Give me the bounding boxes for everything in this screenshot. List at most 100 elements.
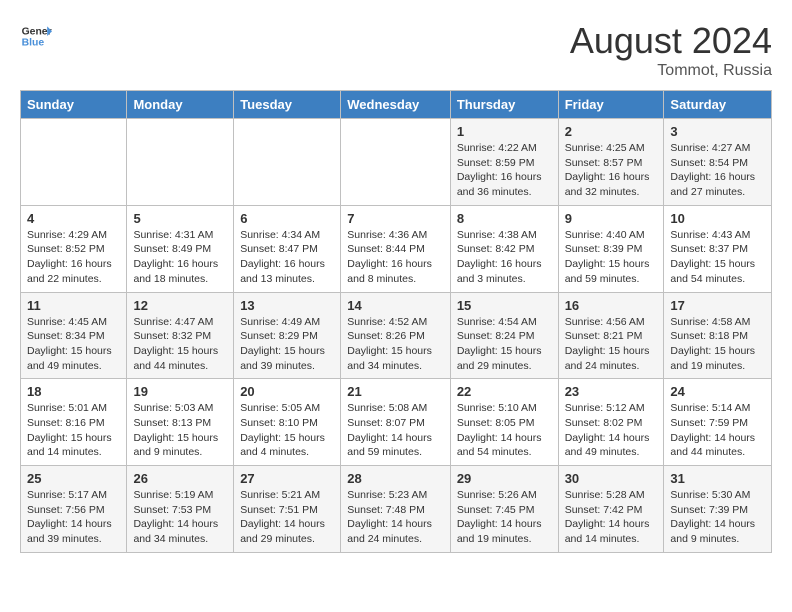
day-number: 5 [133, 211, 227, 226]
calendar-cell [21, 119, 127, 206]
cell-content: Sunrise: 5:26 AM Sunset: 7:45 PM Dayligh… [457, 488, 552, 547]
calendar-cell: 3 Sunrise: 4:27 AM Sunset: 8:54 PM Daylig… [664, 119, 772, 206]
day-number: 21 [347, 384, 444, 399]
calendar-cell: 23 Sunrise: 5:12 AM Sunset: 8:02 PM Dayli… [558, 379, 664, 466]
weekday-header-cell: Friday [558, 91, 664, 119]
calendar-cell: 12Sunrise: 4:47 AM Sunset: 8:32 PM Dayli… [127, 292, 234, 379]
calendar-cell: 19 Sunrise: 5:03 AM Sunset: 8:13 PM Dayli… [127, 379, 234, 466]
cell-content: Sunrise: 5:17 AM Sunset: 7:56 PM Dayligh… [27, 488, 120, 547]
cell-content: Sunrise: 5:03 AM Sunset: 8:13 PM Dayligh… [133, 401, 227, 460]
cell-content: Sunrise: 4:40 AM Sunset: 8:39 PM Dayligh… [565, 228, 658, 287]
cell-content: Sunrise: 4:27 AM Sunset: 8:54 PM Dayligh… [670, 141, 765, 200]
calendar-cell: 9 Sunrise: 4:40 AM Sunset: 8:39 PM Daylig… [558, 205, 664, 292]
cell-content: Sunrise: 4:52 AM Sunset: 8:26 PM Dayligh… [347, 315, 444, 374]
weekday-header-cell: Sunday [21, 91, 127, 119]
day-number: 30 [565, 471, 658, 486]
day-number: 23 [565, 384, 658, 399]
day-number: 9 [565, 211, 658, 226]
cell-content: Sunrise: 4:22 AM Sunset: 8:59 PM Dayligh… [457, 141, 552, 200]
calendar-cell [341, 119, 451, 206]
day-number: 13 [240, 298, 334, 313]
day-number: 22 [457, 384, 552, 399]
cell-content: Sunrise: 4:29 AM Sunset: 8:52 PM Dayligh… [27, 228, 120, 287]
cell-content: Sunrise: 4:56 AM Sunset: 8:21 PM Dayligh… [565, 315, 658, 374]
calendar-week-row: 11 Sunrise: 4:45 AM Sunset: 8:34 PM Dayli… [21, 292, 772, 379]
calendar-cell: 7Sunrise: 4:36 AM Sunset: 8:44 PM Daylig… [341, 205, 451, 292]
day-number: 2 [565, 124, 658, 139]
cell-content: Sunrise: 5:14 AM Sunset: 7:59 PM Dayligh… [670, 401, 765, 460]
calendar-cell: 4Sunrise: 4:29 AM Sunset: 8:52 PM Daylig… [21, 205, 127, 292]
location-title: Tommot, Russia [570, 62, 772, 80]
cell-content: Sunrise: 5:12 AM Sunset: 8:02 PM Dayligh… [565, 401, 658, 460]
calendar-cell: 15Sunrise: 4:54 AM Sunset: 8:24 PM Dayli… [450, 292, 558, 379]
day-number: 25 [27, 471, 120, 486]
weekday-header-cell: Saturday [664, 91, 772, 119]
calendar-week-row: 18Sunrise: 5:01 AM Sunset: 8:16 PM Dayli… [21, 379, 772, 466]
day-number: 3 [670, 124, 765, 139]
day-number: 1 [457, 124, 552, 139]
weekday-header-cell: Wednesday [341, 91, 451, 119]
day-number: 12 [133, 298, 227, 313]
day-number: 10 [670, 211, 765, 226]
calendar-cell: 27Sunrise: 5:21 AM Sunset: 7:51 PM Dayli… [234, 466, 341, 553]
cell-content: Sunrise: 4:38 AM Sunset: 8:42 PM Dayligh… [457, 228, 552, 287]
calendar-week-row: 4Sunrise: 4:29 AM Sunset: 8:52 PM Daylig… [21, 205, 772, 292]
day-number: 27 [240, 471, 334, 486]
calendar-week-row: 25 Sunrise: 5:17 AM Sunset: 7:56 PM Dayli… [21, 466, 772, 553]
title-area: August 2024 Tommot, Russia [570, 20, 772, 80]
calendar-cell: 14Sunrise: 4:52 AM Sunset: 8:26 PM Dayli… [341, 292, 451, 379]
cell-content: Sunrise: 4:31 AM Sunset: 8:49 PM Dayligh… [133, 228, 227, 287]
month-title: August 2024 [570, 20, 772, 62]
calendar-cell: 1 Sunrise: 4:22 AM Sunset: 8:59 PM Daylig… [450, 119, 558, 206]
day-number: 24 [670, 384, 765, 399]
weekday-header-cell: Monday [127, 91, 234, 119]
cell-content: Sunrise: 4:49 AM Sunset: 8:29 PM Dayligh… [240, 315, 334, 374]
cell-content: Sunrise: 5:28 AM Sunset: 7:42 PM Dayligh… [565, 488, 658, 547]
day-number: 6 [240, 211, 334, 226]
calendar-cell: 25 Sunrise: 5:17 AM Sunset: 7:56 PM Dayli… [21, 466, 127, 553]
day-number: 11 [27, 298, 120, 313]
weekday-header-cell: Tuesday [234, 91, 341, 119]
calendar-cell: 11 Sunrise: 4:45 AM Sunset: 8:34 PM Dayli… [21, 292, 127, 379]
calendar-cell: 2 Sunrise: 4:25 AM Sunset: 8:57 PM Daylig… [558, 119, 664, 206]
weekday-header-cell: Thursday [450, 91, 558, 119]
calendar-body: 1 Sunrise: 4:22 AM Sunset: 8:59 PM Daylig… [21, 119, 772, 553]
cell-content: Sunrise: 5:08 AM Sunset: 8:07 PM Dayligh… [347, 401, 444, 460]
day-number: 31 [670, 471, 765, 486]
cell-content: Sunrise: 4:58 AM Sunset: 8:18 PM Dayligh… [670, 315, 765, 374]
calendar-cell: 16 Sunrise: 4:56 AM Sunset: 8:21 PM Dayli… [558, 292, 664, 379]
cell-content: Sunrise: 4:34 AM Sunset: 8:47 PM Dayligh… [240, 228, 334, 287]
day-number: 28 [347, 471, 444, 486]
cell-content: Sunrise: 5:23 AM Sunset: 7:48 PM Dayligh… [347, 488, 444, 547]
calendar-cell: 5 Sunrise: 4:31 AM Sunset: 8:49 PM Daylig… [127, 205, 234, 292]
cell-content: Sunrise: 4:25 AM Sunset: 8:57 PM Dayligh… [565, 141, 658, 200]
calendar-table: SundayMondayTuesdayWednesdayThursdayFrid… [20, 90, 772, 553]
day-number: 17 [670, 298, 765, 313]
day-number: 29 [457, 471, 552, 486]
day-number: 20 [240, 384, 334, 399]
logo-icon: General Blue [20, 20, 52, 52]
calendar-cell: 22 Sunrise: 5:10 AM Sunset: 8:05 PM Dayli… [450, 379, 558, 466]
calendar-cell: 18Sunrise: 5:01 AM Sunset: 8:16 PM Dayli… [21, 379, 127, 466]
calendar-cell: 24 Sunrise: 5:14 AM Sunset: 7:59 PM Dayli… [664, 379, 772, 466]
calendar-cell: 29 Sunrise: 5:26 AM Sunset: 7:45 PM Dayli… [450, 466, 558, 553]
calendar-cell: 10 Sunrise: 4:43 AM Sunset: 8:37 PM Dayli… [664, 205, 772, 292]
cell-content: Sunrise: 5:19 AM Sunset: 7:53 PM Dayligh… [133, 488, 227, 547]
day-number: 8 [457, 211, 552, 226]
calendar-cell: 30 Sunrise: 5:28 AM Sunset: 7:42 PM Dayli… [558, 466, 664, 553]
cell-content: Sunrise: 4:45 AM Sunset: 8:34 PM Dayligh… [27, 315, 120, 374]
calendar-cell: 21 Sunrise: 5:08 AM Sunset: 8:07 PM Dayli… [341, 379, 451, 466]
cell-content: Sunrise: 5:10 AM Sunset: 8:05 PM Dayligh… [457, 401, 552, 460]
day-number: 19 [133, 384, 227, 399]
weekday-header-row: SundayMondayTuesdayWednesdayThursdayFrid… [21, 91, 772, 119]
day-number: 16 [565, 298, 658, 313]
calendar-cell: 6 Sunrise: 4:34 AM Sunset: 8:47 PM Daylig… [234, 205, 341, 292]
calendar-cell: 26Sunrise: 5:19 AM Sunset: 7:53 PM Dayli… [127, 466, 234, 553]
calendar-week-row: 1 Sunrise: 4:22 AM Sunset: 8:59 PM Daylig… [21, 119, 772, 206]
cell-content: Sunrise: 4:43 AM Sunset: 8:37 PM Dayligh… [670, 228, 765, 287]
calendar-cell: 13 Sunrise: 4:49 AM Sunset: 8:29 PM Dayli… [234, 292, 341, 379]
cell-content: Sunrise: 5:05 AM Sunset: 8:10 PM Dayligh… [240, 401, 334, 460]
calendar-cell: 28 Sunrise: 5:23 AM Sunset: 7:48 PM Dayli… [341, 466, 451, 553]
day-number: 18 [27, 384, 120, 399]
calendar-cell: 17 Sunrise: 4:58 AM Sunset: 8:18 PM Dayli… [664, 292, 772, 379]
